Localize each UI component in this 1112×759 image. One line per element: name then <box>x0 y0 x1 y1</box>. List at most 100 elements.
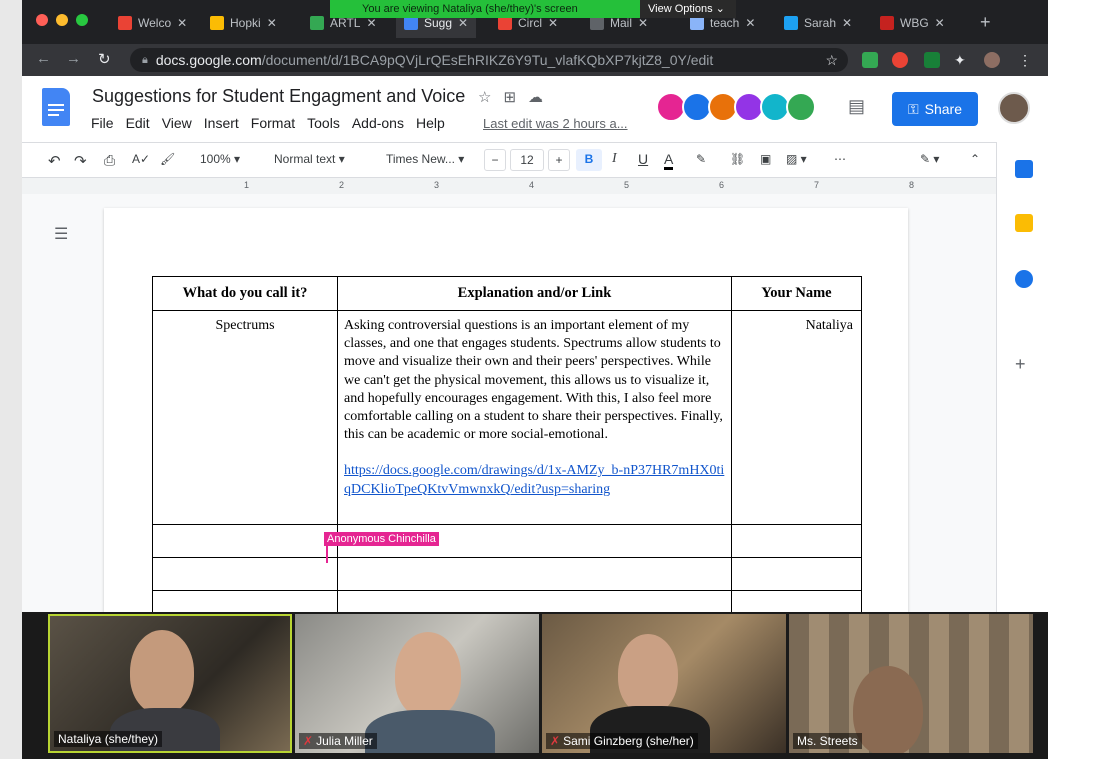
participant-video-tile[interactable]: ✗ Sami Ginzberg (she/her) <box>542 614 786 753</box>
minimize-window-button[interactable] <box>56 14 68 26</box>
table-row <box>152 524 862 558</box>
url-path: /document/d/1BCA9pQVjLrQEsEhRIKZ6Y9Tu_vl… <box>261 52 714 68</box>
paint-format-icon[interactable]: 🖌︎ <box>160 152 175 166</box>
link-icon[interactable]: ⛓︎ <box>730 152 745 166</box>
window-controls <box>36 14 88 26</box>
menu-item-view[interactable]: View <box>162 115 192 131</box>
participant-video-tile[interactable]: ✗ Julia Miller <box>295 614 539 753</box>
font-select[interactable]: Times New... ▾ <box>386 152 464 166</box>
maximize-window-button[interactable] <box>76 14 88 26</box>
tab-close-icon[interactable]: ✕ <box>548 16 558 30</box>
tab-close-icon[interactable]: ✕ <box>638 16 648 30</box>
suggestion-name-cell[interactable]: Spectrums <box>152 310 338 525</box>
bookmark-star-icon[interactable]: ☆ <box>825 52 838 69</box>
tab-close-icon[interactable]: ✕ <box>458 16 468 30</box>
forward-arrow-icon[interactable]: → <box>66 50 81 67</box>
tab-close-icon[interactable]: ✕ <box>745 16 755 30</box>
view-options-button[interactable]: View Options ⌄ <box>640 0 736 18</box>
italic-button[interactable]: I <box>612 151 617 167</box>
underline-button[interactable]: U <box>638 151 648 167</box>
document-page[interactable]: What do you call it? Explanation and/or … <box>104 208 908 628</box>
menu-item-tools[interactable]: Tools <box>307 115 340 131</box>
table-cell[interactable] <box>337 557 732 591</box>
collaborator-avatar[interactable] <box>786 92 816 122</box>
tab-close-icon[interactable]: ✕ <box>842 16 852 30</box>
add-on-plus-icon[interactable]: + <box>1015 354 1026 375</box>
font-size-input[interactable]: 12 <box>510 149 544 171</box>
suggestions-table[interactable]: What do you call it? Explanation and/or … <box>152 276 862 624</box>
explanation-cell[interactable]: Asking controversial questions is an imp… <box>337 310 732 525</box>
print-icon[interactable]: ⎙ <box>104 152 115 169</box>
more-options-icon[interactable]: ⋯ <box>834 152 846 166</box>
account-avatar[interactable] <box>998 92 1030 124</box>
menu-item-addons[interactable]: Add-ons <box>352 115 404 131</box>
tab-close-icon[interactable]: ✕ <box>366 16 376 30</box>
table-cell[interactable] <box>731 524 862 558</box>
horizontal-ruler[interactable]: 1 2 3 4 5 6 7 8 <box>22 178 996 194</box>
tasks-icon[interactable] <box>1015 270 1033 288</box>
back-arrow-icon[interactable]: ← <box>36 50 51 67</box>
redo-icon[interactable]: ↷ <box>74 152 87 170</box>
menu-item-insert[interactable]: Insert <box>204 115 239 131</box>
muted-mic-icon: ✗ <box>550 734 561 748</box>
url-host: docs.google.com <box>155 52 262 68</box>
keep-icon[interactable] <box>1015 214 1033 232</box>
browser-tab[interactable]: WBG ✕ <box>872 8 953 38</box>
profile-avatar[interactable] <box>984 52 1000 68</box>
spellcheck-icon[interactable]: A✓ <box>132 152 150 166</box>
author-cell[interactable]: Nataliya <box>731 310 862 525</box>
text-color-button[interactable]: A <box>664 151 674 170</box>
share-button[interactable]: ⚿ Share <box>892 92 978 126</box>
decrease-font-size-button[interactable]: − <box>484 149 506 171</box>
table-cell[interactable] <box>731 557 862 591</box>
document-outline-icon[interactable]: ☰ <box>54 224 68 244</box>
add-comment-icon[interactable]: ▣ <box>760 152 771 166</box>
menu-item-file[interactable]: File <box>91 115 114 131</box>
new-tab-button[interactable]: + <box>980 12 991 33</box>
calendar-icon[interactable] <box>1015 160 1033 178</box>
editing-mode-icon[interactable]: ✎ ▾ <box>920 152 939 166</box>
tab-close-icon[interactable]: ✕ <box>935 16 945 30</box>
extension-icon[interactable] <box>892 52 908 68</box>
menu-item-format[interactable]: Format <box>251 115 295 131</box>
docs-logo-icon[interactable] <box>42 88 70 126</box>
bold-button[interactable]: B <box>576 149 602 171</box>
tab-favicon-icon <box>310 16 324 30</box>
close-window-button[interactable] <box>36 14 48 26</box>
highlight-icon[interactable]: ✎ <box>696 152 706 166</box>
table-cell[interactable] <box>152 557 338 591</box>
last-edit-link[interactable]: Last edit was 2 hours a... <box>483 116 628 131</box>
ruler-mark: 7 <box>814 180 820 190</box>
extension-icon[interactable] <box>862 52 878 68</box>
cloud-status-icon[interactable]: ☁ <box>528 88 543 106</box>
reload-icon[interactable]: ↻ <box>98 50 111 68</box>
menu-item-edit[interactable]: Edit <box>126 115 150 131</box>
collapse-menus-icon[interactable]: ⌃ <box>970 152 980 166</box>
comment-history-icon[interactable]: ▤ <box>848 96 865 117</box>
zoom-select[interactable]: 100% ▾ <box>200 152 240 166</box>
tab-close-icon[interactable]: ✕ <box>267 16 277 30</box>
browser-menu-icon[interactable]: ⋮ <box>1018 52 1034 68</box>
table-cell[interactable] <box>152 524 338 558</box>
ruler-mark: 5 <box>624 180 630 190</box>
address-bar[interactable]: 🔒︎ docs.google.com/document/d/1BCA9pQVjL… <box>130 48 848 72</box>
star-icon[interactable]: ☆ <box>478 88 491 106</box>
right-edge-strip <box>1048 0 1112 759</box>
extensions-puzzle-icon[interactable]: ✦ <box>954 52 970 68</box>
style-select[interactable]: Normal text ▾ <box>274 152 345 166</box>
browser-tab[interactable]: Hopki ✕ <box>202 8 285 38</box>
increase-font-size-button[interactable]: + <box>548 149 570 171</box>
browser-tab[interactable]: Sarah ✕ <box>776 8 860 38</box>
move-folder-icon[interactable]: ⊞ <box>503 88 516 106</box>
explanation-text: Asking controversial questions is an imp… <box>344 318 723 443</box>
insert-image-icon[interactable]: ▨ ▾ <box>786 152 807 166</box>
participant-video-tile[interactable]: Nataliya (she/they) <box>48 614 292 753</box>
tab-close-icon[interactable]: ✕ <box>177 16 187 30</box>
undo-icon[interactable]: ↶ <box>48 152 61 170</box>
drawing-link[interactable]: https://docs.google.com/drawings/d/1x-AM… <box>344 462 725 498</box>
extension-icon[interactable] <box>924 52 940 68</box>
browser-tab[interactable]: Welco ✕ <box>110 8 195 38</box>
participant-video-tile[interactable]: Ms. Streets <box>789 614 1033 753</box>
menu-item-help[interactable]: Help <box>416 115 445 131</box>
document-title[interactable]: Suggestions for Student Engagment and Vo… <box>92 86 465 107</box>
